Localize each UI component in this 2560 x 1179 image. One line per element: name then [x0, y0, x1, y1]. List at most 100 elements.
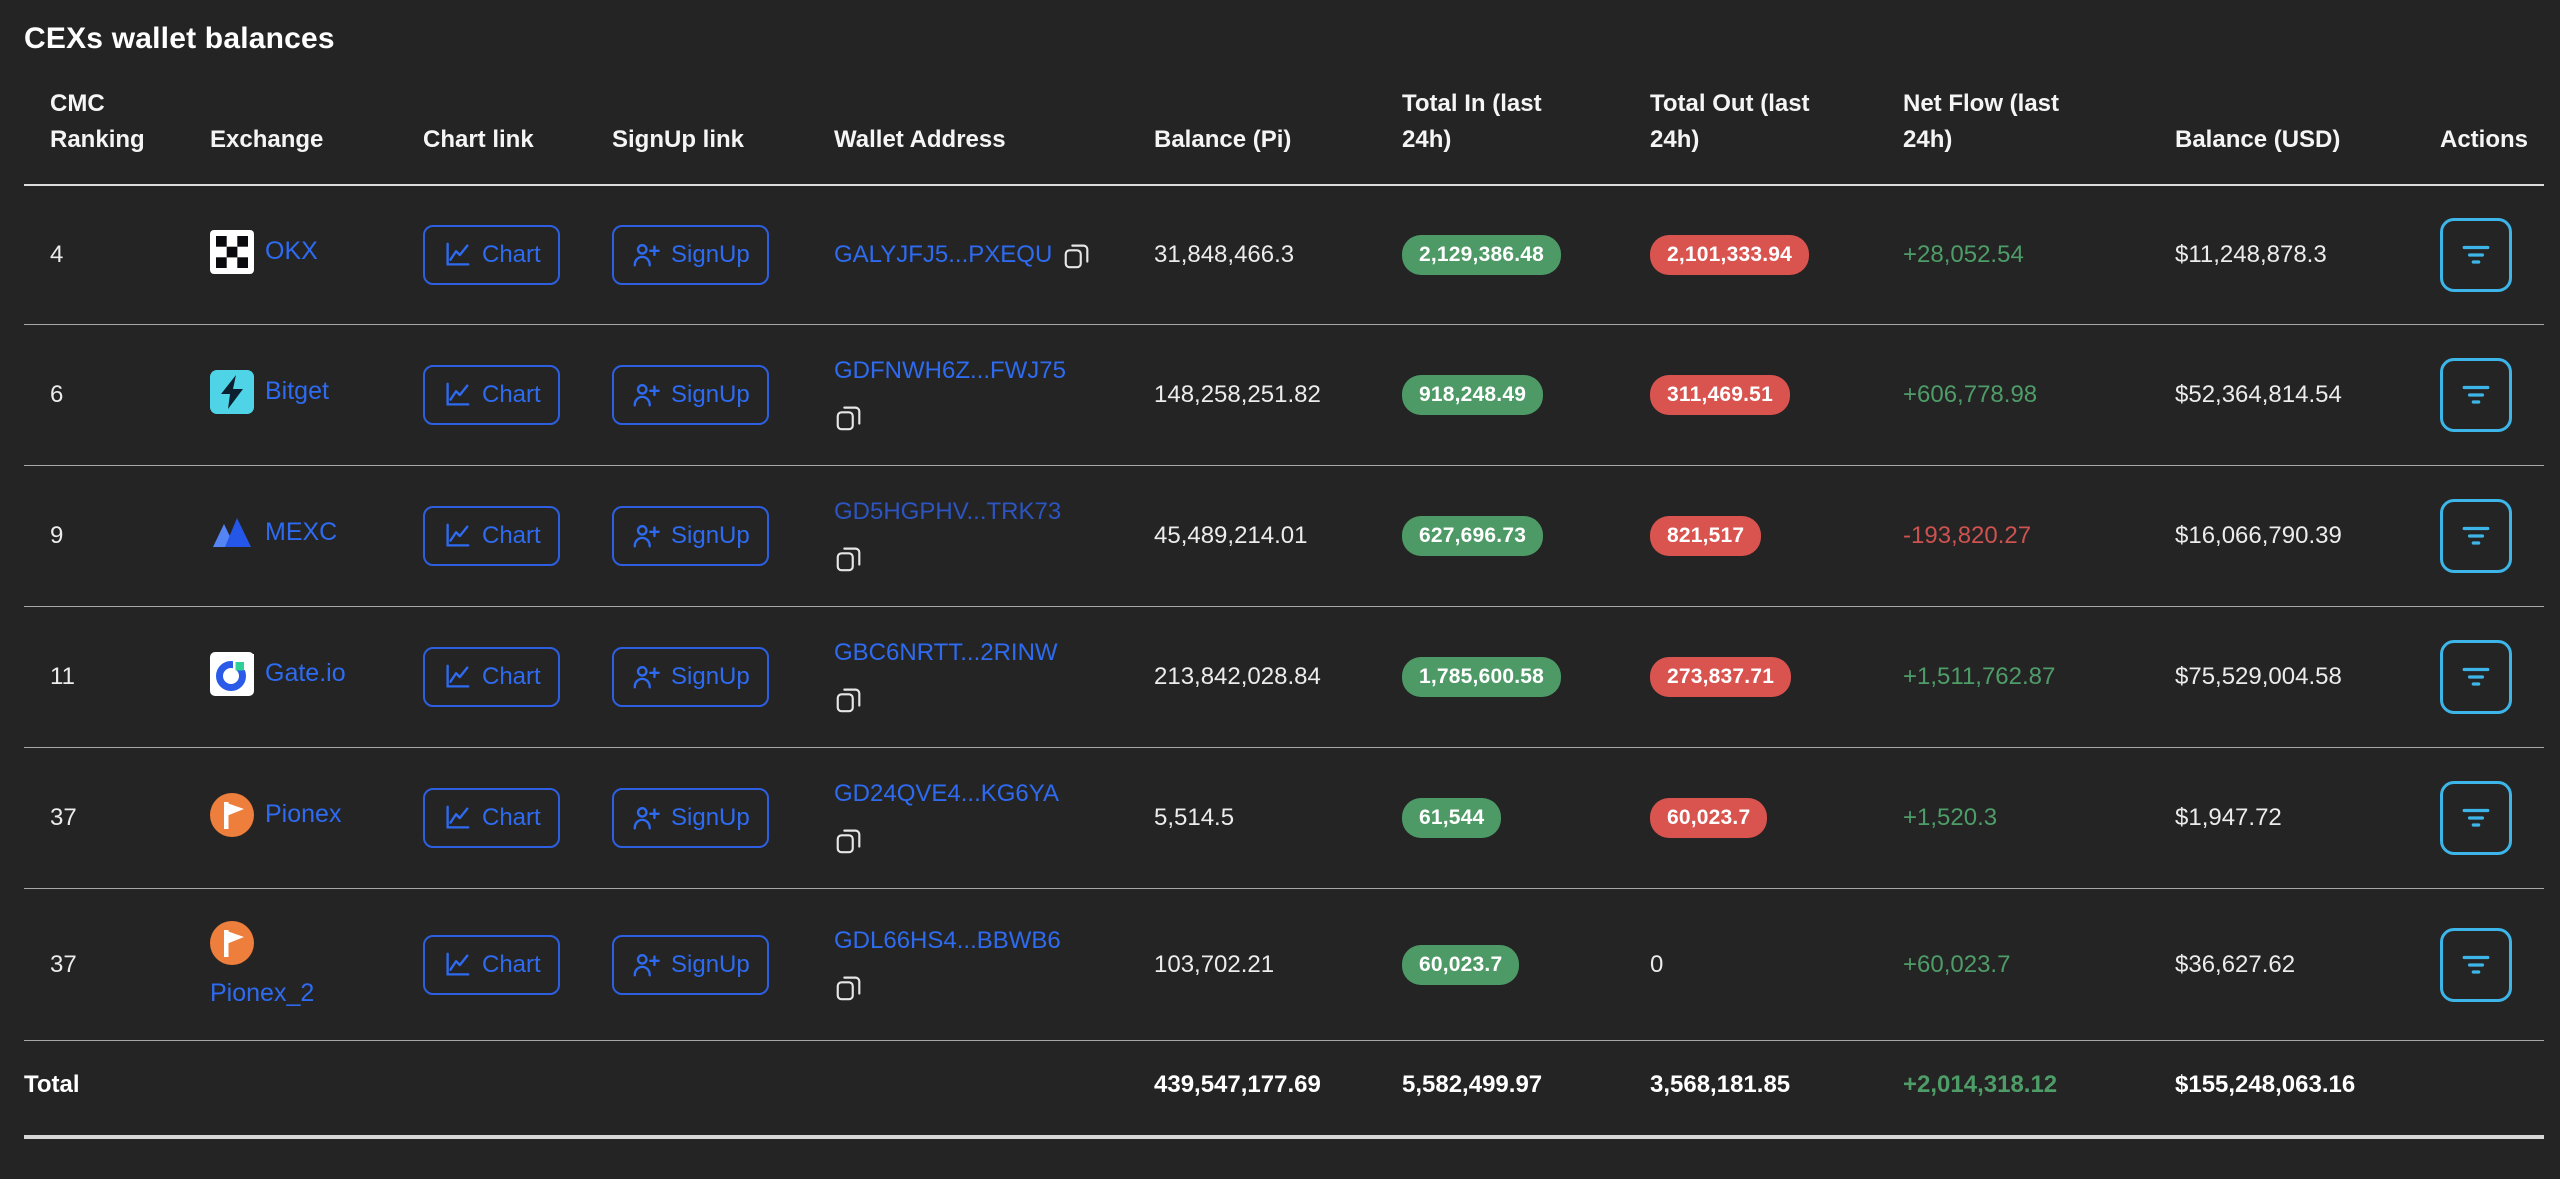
col-header-total-out: Total Out (last 24h) [1650, 86, 1903, 185]
exchange-link-mexc[interactable]: MEXC [210, 511, 337, 555]
copy-address-button[interactable] [1062, 239, 1092, 271]
wallet-address-cell: GD24QVE4...KG6YA [834, 780, 1136, 856]
table-row: 6 Bitget Chart SignUp [24, 325, 2544, 466]
table-row: 11 Gate.io Chart SignUp [24, 607, 2544, 748]
total-in-badge: 2,129,386.48 [1402, 235, 1561, 275]
signup-link-button[interactable]: SignUp [612, 935, 769, 995]
chart-link-button[interactable]: Chart [423, 788, 560, 848]
actions-filter-button[interactable] [2440, 499, 2512, 573]
col-header-chart-link: Chart link [423, 86, 612, 185]
signup-link-button[interactable]: SignUp [612, 365, 769, 425]
wallet-address-cell: GBC6NRTT...2RINW [834, 639, 1136, 715]
exchange-name: Gate.io [265, 659, 346, 688]
wallet-address-link[interactable]: GDFNWH6Z...FWJ75 [834, 357, 1066, 385]
table-row: 4 OKX Chart SignUp [24, 185, 2544, 325]
chart-link-button[interactable]: Chart [423, 365, 560, 425]
wallet-address-link[interactable]: GDL66HS4...BBWB6 [834, 927, 1061, 955]
copy-address-button[interactable] [834, 824, 864, 856]
total-out-sum: 3,568,181.85 [1650, 1041, 1903, 1138]
filter-icon [2461, 243, 2491, 267]
total-in-badge: 61,544 [1402, 798, 1501, 838]
filter-icon [2461, 953, 2491, 977]
exchange-link-pionex[interactable]: Pionex [210, 793, 341, 837]
balance-pi-value: 31,848,466.3 [1154, 185, 1402, 325]
exchange-link-pionex-2[interactable]: Pionex_2 [210, 921, 360, 1008]
exchange-link-okx[interactable]: OKX [210, 230, 318, 274]
col-header-wallet-address: Wallet Address [834, 86, 1154, 185]
total-row: Total 439,547,177.69 5,582,499.97 3,568,… [24, 1041, 2544, 1138]
actions-filter-button[interactable] [2440, 358, 2512, 432]
wallet-address-cell: GD5HGPHV...TRK73 [834, 498, 1136, 574]
col-header-signup-link: SignUp link [612, 86, 834, 185]
signup-link-button[interactable]: SignUp [612, 647, 769, 707]
user-plus-icon [631, 380, 661, 410]
total-in-badge: 1,785,600.58 [1402, 657, 1561, 697]
copy-icon [834, 683, 864, 715]
page-title: CEXs wallet balances [24, 22, 2560, 56]
balance-usd-value: $36,627.62 [2175, 889, 2440, 1041]
exchange-link-bitget[interactable]: Bitget [210, 370, 329, 414]
copy-icon [834, 971, 864, 1003]
line-chart-icon [442, 240, 472, 270]
total-in-badge: 627,696.73 [1402, 516, 1543, 556]
wallet-address-link[interactable]: GBC6NRTT...2RINW [834, 639, 1058, 667]
total-in-sum: 5,582,499.97 [1402, 1041, 1650, 1138]
signup-link-button[interactable]: SignUp [612, 788, 769, 848]
wallet-address-link[interactable]: GALYJFJ5...PXEQU [834, 241, 1052, 269]
balance-usd-value: $16,066,790.39 [2175, 466, 2440, 607]
chart-link-button[interactable]: Chart [423, 225, 560, 285]
col-header-exchange: Exchange [210, 86, 423, 185]
signup-link-button[interactable]: SignUp [612, 506, 769, 566]
col-header-balance-usd: Balance (USD) [2175, 86, 2440, 185]
actions-filter-button[interactable] [2440, 928, 2512, 1002]
balance-usd-value: $11,248,878.3 [2175, 185, 2440, 325]
wallet-address-cell: GDL66HS4...BBWB6 [834, 927, 1136, 1003]
header-row: CMC Ranking Exchange Chart link SignUp l… [24, 86, 2544, 185]
actions-filter-button[interactable] [2440, 781, 2512, 855]
exchange-link-gateio[interactable]: Gate.io [210, 652, 346, 696]
chart-link-button[interactable]: Chart [423, 506, 560, 566]
table-row: 37 Pionex_2 Chart SignUp [24, 889, 2544, 1041]
exchange-name: Bitget [265, 377, 329, 406]
net-flow-value: +606,778.98 [1903, 325, 2175, 466]
balance-usd-value: $75,529,004.58 [2175, 607, 2440, 748]
user-plus-icon [631, 950, 661, 980]
total-label: Total [24, 1041, 210, 1138]
exchange-name: Pionex [265, 800, 341, 829]
chart-link-button[interactable]: Chart [423, 647, 560, 707]
signup-button-label: SignUp [671, 381, 750, 409]
chart-link-button[interactable]: Chart [423, 935, 560, 995]
copy-address-button[interactable] [834, 542, 864, 574]
total-out-badge: 821,517 [1650, 516, 1761, 556]
net-flow-value: +60,023.7 [1903, 889, 2175, 1041]
filter-icon [2461, 383, 2491, 407]
wallet-address-link[interactable]: GD5HGPHV...TRK73 [834, 498, 1061, 526]
table-row: 9 MEXC Chart SignUp [24, 466, 2544, 607]
col-header-balance-pi: Balance (Pi) [1154, 86, 1402, 185]
table-row: 37 Pionex Chart SignUp [24, 748, 2544, 889]
line-chart-icon [442, 521, 472, 551]
col-header-net-flow: Net Flow (last 24h) [1903, 86, 2175, 185]
signup-link-button[interactable]: SignUp [612, 225, 769, 285]
signup-button-label: SignUp [671, 951, 750, 979]
user-plus-icon [631, 521, 661, 551]
actions-filter-button[interactable] [2440, 218, 2512, 292]
total-in-badge: 918,248.49 [1402, 375, 1543, 415]
line-chart-icon [442, 803, 472, 833]
balance-pi-value: 148,258,251.82 [1154, 325, 1402, 466]
copy-address-button[interactable] [834, 401, 864, 433]
cmc-ranking-value: 11 [24, 607, 210, 748]
wallet-address-link[interactable]: GD24QVE4...KG6YA [834, 780, 1059, 808]
total-balance-pi: 439,547,177.69 [1154, 1041, 1402, 1138]
balance-usd-value: $1,947.72 [2175, 748, 2440, 889]
copy-icon [1062, 239, 1092, 271]
cmc-ranking-value: 4 [24, 185, 210, 325]
chart-button-label: Chart [482, 663, 541, 691]
copy-address-button[interactable] [834, 683, 864, 715]
line-chart-icon [442, 662, 472, 692]
user-plus-icon [631, 662, 661, 692]
actions-filter-button[interactable] [2440, 640, 2512, 714]
copy-address-button[interactable] [834, 971, 864, 1003]
balance-pi-value: 103,702.21 [1154, 889, 1402, 1041]
gateio-logo [210, 652, 254, 696]
